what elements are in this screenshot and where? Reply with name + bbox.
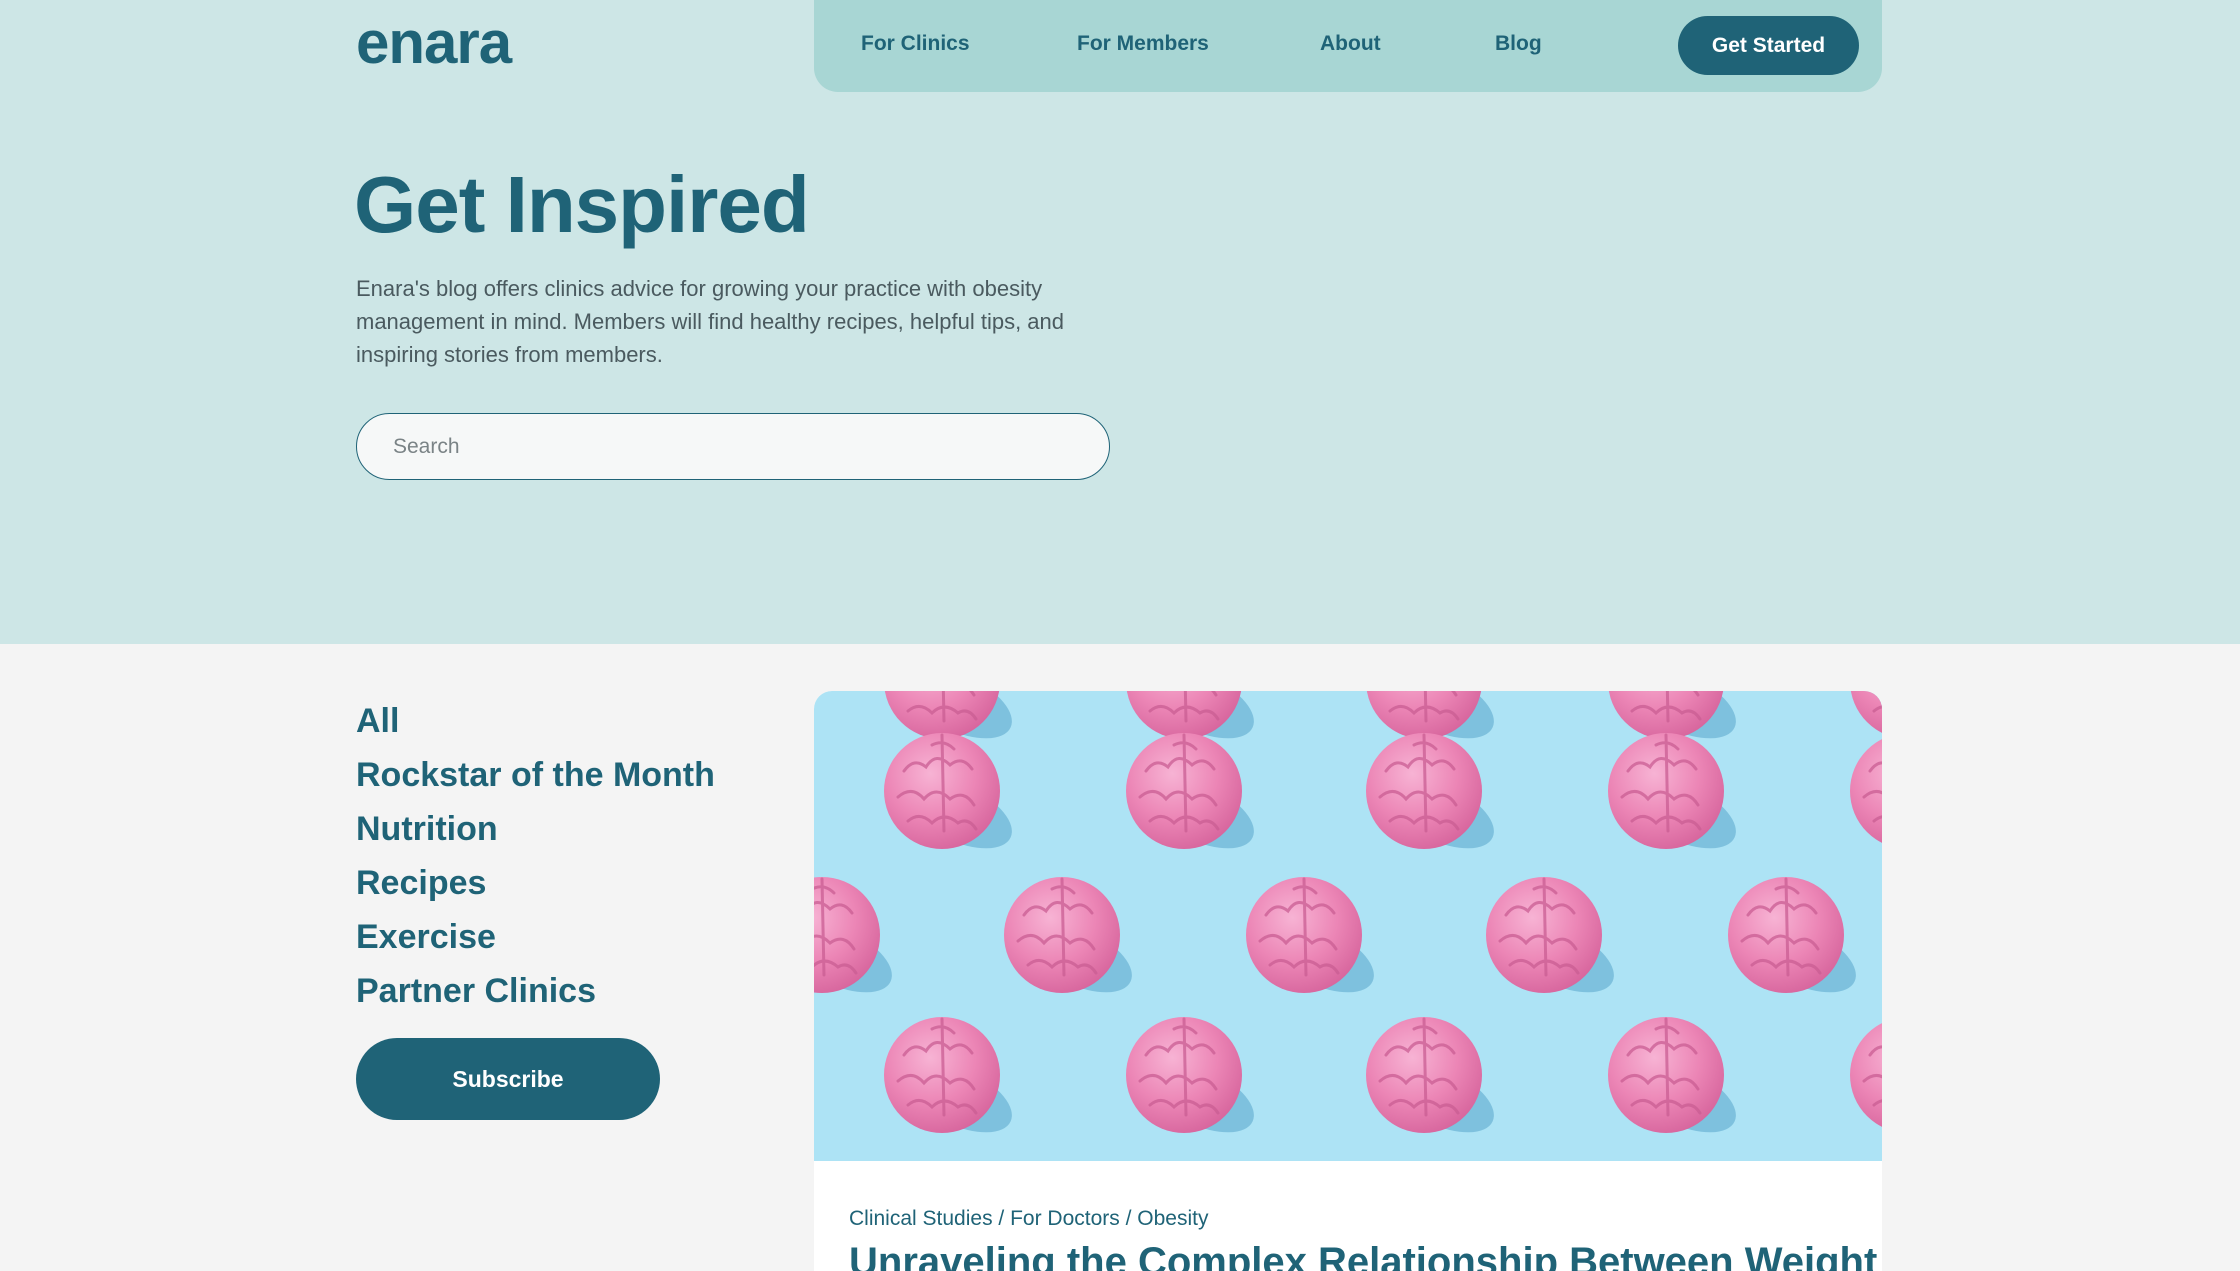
nav-link-for-clinics[interactable]: For Clinics <box>861 30 970 58</box>
category-rockstar-of-the-month[interactable]: Rockstar of the Month <box>356 748 715 802</box>
search-input[interactable] <box>356 413 1110 480</box>
get-started-button[interactable]: Get Started <box>1678 16 1859 75</box>
featured-post-card[interactable]: Clinical Studies / For Doctors / Obesity… <box>814 691 1882 1271</box>
category-recipes[interactable]: Recipes <box>356 856 715 910</box>
enara-logo[interactable]: enara <box>356 13 512 73</box>
hero-description: Enara's blog offers clinics advice for g… <box>356 276 1065 367</box>
page-title: Get Inspired <box>354 160 810 249</box>
post-title[interactable]: Unraveling the Complex Relationship Betw… <box>849 1237 1877 1271</box>
top-navigation: For Clinics For Members About Blog Get S… <box>814 0 1882 92</box>
hero-section: enara For Clinics For Members About Blog… <box>0 0 2240 644</box>
category-all[interactable]: All <box>356 694 715 748</box>
category-partner-clinics[interactable]: Partner Clinics <box>356 964 715 1018</box>
pink-brains-pattern-image[interactable] <box>814 691 1882 1161</box>
nav-link-for-members[interactable]: For Members <box>1077 30 1209 58</box>
category-nutrition[interactable]: Nutrition <box>356 802 715 856</box>
nav-link-about[interactable]: About <box>1320 30 1381 58</box>
nav-link-blog[interactable]: Blog <box>1495 30 1542 58</box>
category-list: All Rockstar of the Month Nutrition Reci… <box>356 694 715 1018</box>
subscribe-button[interactable]: Subscribe <box>356 1038 660 1120</box>
post-tags[interactable]: Clinical Studies / For Doctors / Obesity <box>849 1205 1208 1233</box>
category-exercise[interactable]: Exercise <box>356 910 715 964</box>
